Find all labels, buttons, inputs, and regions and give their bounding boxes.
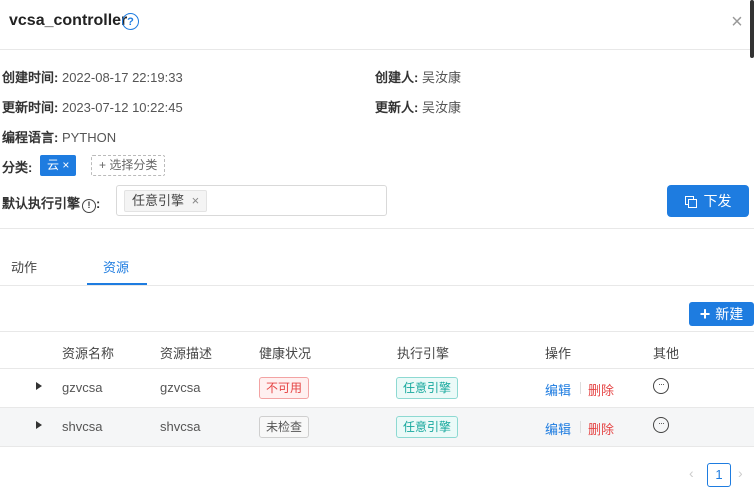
new-resource-button[interactable]: + 新建: [689, 302, 754, 326]
tab-bar: 动作 资源: [0, 244, 754, 286]
dialog-title: vcsa_controller: [9, 12, 128, 29]
scrollbar[interactable]: [750, 0, 754, 58]
link-separator: [580, 421, 581, 433]
updated-time-label: 更新时间:: [2, 100, 59, 115]
deploy-label: 下发: [703, 193, 732, 209]
plus-icon: +: [699, 304, 711, 324]
health-badge: 未检查: [259, 416, 310, 438]
dialog-header: vcsa_controller ? ×: [0, 0, 754, 50]
created-time-row: 创建时间: 2022-08-17 22:19:33: [2, 67, 183, 86]
table-row: gzvcsa gzvcsa 不可用 任意引擎 编辑 删除 ···: [0, 369, 754, 408]
table-header: 资源名称 资源描述 健康状况 执行引擎 操作 其他: [0, 331, 754, 369]
health-badge: 不可用: [259, 377, 310, 399]
column-header-name: 资源名称: [62, 346, 115, 361]
engine-chip: 任意引擎 ×: [124, 190, 208, 212]
engine-badge: 任意引擎: [396, 416, 459, 438]
creator-label: 创建人:: [375, 70, 419, 85]
default-engine-row: 默认执行引擎!:: [2, 193, 100, 213]
new-label: 新建: [715, 306, 744, 322]
column-header-engine: 执行引擎: [397, 346, 450, 361]
updater-value: 吴汝康: [421, 100, 461, 115]
language-row: 编程语言: PYTHON: [2, 127, 116, 146]
updated-time-row: 更新时间: 2023-07-12 10:22:45: [2, 97, 183, 116]
link-separator: [580, 382, 581, 394]
delete-link[interactable]: 删除: [588, 380, 614, 399]
tab-actions[interactable]: 动作: [11, 257, 37, 276]
more-icon[interactable]: ···: [653, 378, 669, 394]
engine-select[interactable]: 任意引擎 ×: [116, 185, 387, 216]
edit-link[interactable]: 编辑: [545, 380, 571, 399]
select-category-button[interactable]: + 选择分类: [91, 155, 166, 176]
created-time-value: 2022-08-17 22:19:33: [61, 70, 183, 85]
column-header-other: 其他: [653, 346, 680, 361]
pagination-page-1[interactable]: 1: [707, 463, 731, 487]
updated-time-value: 2023-07-12 10:22:45: [61, 100, 183, 115]
creator-value: 吴汝康: [421, 70, 461, 85]
column-header-desc: 资源描述: [160, 346, 213, 361]
pagination-prev-icon[interactable]: ‹: [689, 465, 694, 481]
category-label-text: 分类:: [2, 160, 33, 175]
engine-chip-close-icon[interactable]: ×: [192, 193, 200, 208]
engine-badge: 任意引擎: [396, 377, 459, 399]
column-header-actions: 操作: [545, 346, 572, 361]
default-engine-label: 默认执行引擎: [2, 196, 81, 211]
language-value: PYTHON: [61, 130, 117, 145]
tab-resources[interactable]: 资源: [103, 257, 129, 276]
category-tag-cloud[interactable]: 云 ×: [40, 155, 77, 176]
created-time-label: 创建时间:: [2, 70, 59, 85]
pagination-next-icon[interactable]: ›: [738, 465, 743, 481]
creator-row: 创建人: 吴汝康: [375, 67, 461, 86]
expand-row-icon[interactable]: [36, 382, 42, 390]
more-icon[interactable]: ···: [653, 417, 669, 433]
section-divider: [0, 228, 754, 229]
copy-icon: [684, 195, 697, 208]
info-icon[interactable]: !: [82, 199, 97, 213]
updater-label: 更新人:: [375, 100, 419, 115]
edit-link[interactable]: 编辑: [545, 419, 571, 438]
resource-desc: shvcsa: [160, 419, 201, 434]
resource-table: 资源名称 资源描述 健康状况 执行引擎 操作 其他 gzvcsa gzvcsa …: [0, 331, 754, 447]
resource-name: gzvcsa: [62, 380, 103, 395]
table-row: shvcsa shvcsa 未检查 任意引擎 编辑 删除 ···: [0, 408, 754, 447]
expand-row-icon[interactable]: [36, 421, 42, 429]
resource-desc: gzvcsa: [160, 380, 201, 395]
deploy-button[interactable]: 下发: [667, 185, 749, 217]
help-icon[interactable]: ?: [122, 13, 139, 30]
default-engine-colon: :: [96, 196, 101, 211]
category-label: 分类:: [2, 157, 32, 176]
delete-link[interactable]: 删除: [588, 419, 614, 438]
resource-name: shvcsa: [62, 419, 103, 434]
updater-row: 更新人: 吴汝康: [375, 97, 461, 116]
close-icon[interactable]: ×: [728, 12, 746, 32]
tab-active-indicator: [87, 283, 147, 285]
engine-chip-label: 任意引擎: [132, 193, 185, 208]
language-label: 编程语言:: [2, 130, 59, 145]
column-header-health: 健康状况: [259, 346, 312, 361]
